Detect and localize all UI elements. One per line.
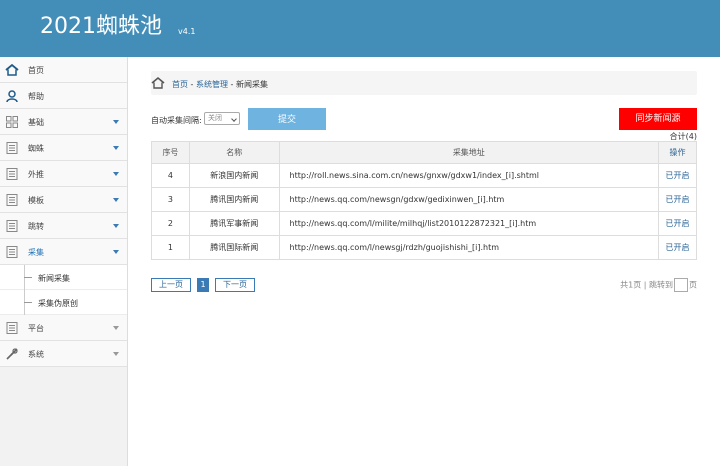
- sidebar-item-label: 系统: [28, 350, 44, 359]
- row-index: 3: [151, 187, 190, 212]
- row-name: 新浪国内新闻: [188, 163, 280, 188]
- news-source-table: 序号 名称 采集地址 操作 4 新浪国内新闻 http://roll.news.…: [151, 141, 697, 260]
- sidebar-item-label: 平台: [28, 324, 44, 333]
- table-header-row: 序号 名称 采集地址 操作: [151, 141, 697, 164]
- chevron-down-icon: [113, 224, 119, 228]
- row-name: 腾讯国内新闻: [188, 187, 280, 212]
- breadcrumb-system-link[interactable]: 系统管理: [196, 80, 228, 89]
- breadcrumb: 首页 - 系统管理 - 新闻采集: [151, 71, 697, 95]
- row-url: http://roll.news.sina.com.cn/news/gnxw/g…: [278, 163, 660, 188]
- chevron-down-icon: [113, 172, 119, 176]
- sidebar-item-label: 首页: [28, 66, 44, 75]
- row-name: 腾讯国际新闻: [188, 235, 280, 260]
- breadcrumb-separator: -: [227, 80, 236, 89]
- interval-label: 自动采集间隔:: [151, 116, 202, 125]
- interval-select[interactable]: 关闭: [204, 112, 240, 125]
- sidebar-item-label: 基础: [28, 118, 44, 127]
- row-index: 2: [151, 211, 190, 236]
- table-row: 4 新浪国内新闻 http://roll.news.sina.com.cn/ne…: [151, 163, 697, 188]
- list-icon: [5, 245, 19, 259]
- column-header-action: 操作: [658, 141, 697, 164]
- row-url: http://news.qq.com/l/milite/milhqj/list2…: [278, 211, 660, 236]
- list-icon: [5, 321, 19, 335]
- row-index: 1: [151, 235, 190, 260]
- page-info-separator: |: [643, 280, 647, 290]
- page-jump-input[interactable]: [674, 278, 688, 292]
- row-index: 4: [151, 163, 190, 188]
- list-icon: [5, 219, 19, 233]
- row-url: http://news.qq.com/newsgn/gdxw/gedixinwe…: [278, 187, 660, 212]
- tools-icon: [5, 347, 19, 361]
- home-icon: [151, 76, 165, 89]
- chevron-down-icon: [113, 250, 119, 254]
- sidebar-item-0[interactable]: 平台: [0, 315, 127, 341]
- breadcrumb-current: 新闻采集: [235, 80, 268, 89]
- table-row: 1 腾讯国际新闻 http://news.qq.com/l/newsgj/rdz…: [151, 235, 697, 260]
- home-icon: [5, 63, 19, 77]
- sidebar-subitem-1[interactable]: 采集伪原创: [0, 290, 127, 315]
- row-status-link[interactable]: 已开启: [658, 163, 697, 188]
- sidebar-item-3[interactable]: 蜘蛛: [0, 135, 127, 161]
- sidebar-item-7[interactable]: 采集: [0, 239, 127, 265]
- page-jump-label: 跳转到: [649, 280, 673, 290]
- chevron-down-icon: [113, 146, 119, 150]
- main-content: 首页 - 系统管理 - 新闻采集 自动采集间隔: 关闭 提交 同步新闻源 合计(…: [129, 57, 720, 466]
- sync-news-source-button[interactable]: 同步新闻源: [619, 108, 697, 130]
- row-status-link[interactable]: 已开启: [658, 187, 697, 212]
- sidebar-item-label: 帮助: [28, 92, 44, 101]
- sidebar-item-0[interactable]: 首页: [0, 57, 127, 83]
- list-icon: [5, 193, 19, 207]
- tree-branch: [24, 302, 32, 303]
- sidebar-item-4[interactable]: 外推: [0, 161, 127, 187]
- breadcrumb-separator: -: [188, 80, 196, 89]
- sidebar-item-label: 外推: [28, 170, 44, 179]
- sidebar-subitem-label: 新闻采集: [38, 274, 70, 283]
- column-header-name: 名称: [188, 141, 280, 164]
- sidebar-item-label: 采集: [28, 248, 44, 257]
- sidebar-item-1[interactable]: 系统: [0, 341, 127, 367]
- chevron-down-icon: [113, 120, 119, 124]
- page-unit-label: 页: [689, 280, 697, 290]
- top-header: 2021蜘蛛池 v4.1: [0, 0, 720, 57]
- sidebar-item-label: 模板: [28, 196, 44, 205]
- sidebar-item-6[interactable]: 跳转: [0, 213, 127, 239]
- table-row: 3 腾讯国内新闻 http://news.qq.com/newsgn/gdxw/…: [151, 187, 697, 212]
- page-total: 共1页: [620, 280, 642, 290]
- next-page-button[interactable]: 下一页: [215, 278, 255, 292]
- chevron-down-icon: [231, 116, 237, 122]
- sidebar-item-label: 跳转: [28, 222, 44, 231]
- app-version: v4.1: [178, 27, 196, 36]
- tree-branch: [24, 277, 32, 278]
- list-icon: [5, 167, 19, 181]
- breadcrumb-home-link[interactable]: 首页: [172, 80, 188, 89]
- app-title: 2021蜘蛛池: [40, 14, 162, 39]
- sidebar-item-2[interactable]: 基础: [0, 109, 127, 135]
- sidebar-item-5[interactable]: 模板: [0, 187, 127, 213]
- current-page-button[interactable]: 1: [197, 278, 209, 292]
- column-header-index: 序号: [151, 141, 190, 164]
- interval-select-value: 关闭: [208, 114, 222, 122]
- row-url: http://news.qq.com/l/newsgj/rdzh/guojish…: [278, 235, 660, 260]
- sidebar-item-label: 蜘蛛: [28, 144, 44, 153]
- sidebar-subitem-0[interactable]: 新闻采集: [0, 265, 127, 290]
- sidebar: 首页帮助基础蜘蛛外推模板跳转采集新闻采集采集伪原创平台系统: [0, 57, 128, 466]
- chevron-down-icon: [113, 198, 119, 202]
- submit-button[interactable]: 提交: [248, 108, 326, 130]
- row-status-link[interactable]: 已开启: [658, 235, 697, 260]
- table-row: 2 腾讯军事新闻 http://news.qq.com/l/milite/mil…: [151, 211, 697, 236]
- sidebar-subitem-label: 采集伪原创: [38, 299, 78, 308]
- sidebar-item-1[interactable]: 帮助: [0, 83, 127, 109]
- grid-icon: [5, 115, 19, 129]
- row-name: 腾讯军事新闻: [188, 211, 280, 236]
- user-icon: [5, 89, 19, 103]
- list-icon: [5, 141, 19, 155]
- chevron-down-icon: [113, 326, 119, 330]
- column-header-url: 采集地址: [278, 141, 660, 164]
- chevron-down-icon: [113, 352, 119, 356]
- prev-page-button[interactable]: 上一页: [151, 278, 191, 292]
- row-status-link[interactable]: 已开启: [658, 211, 697, 236]
- page-info: 共1页 | 跳转到 页: [620, 278, 697, 292]
